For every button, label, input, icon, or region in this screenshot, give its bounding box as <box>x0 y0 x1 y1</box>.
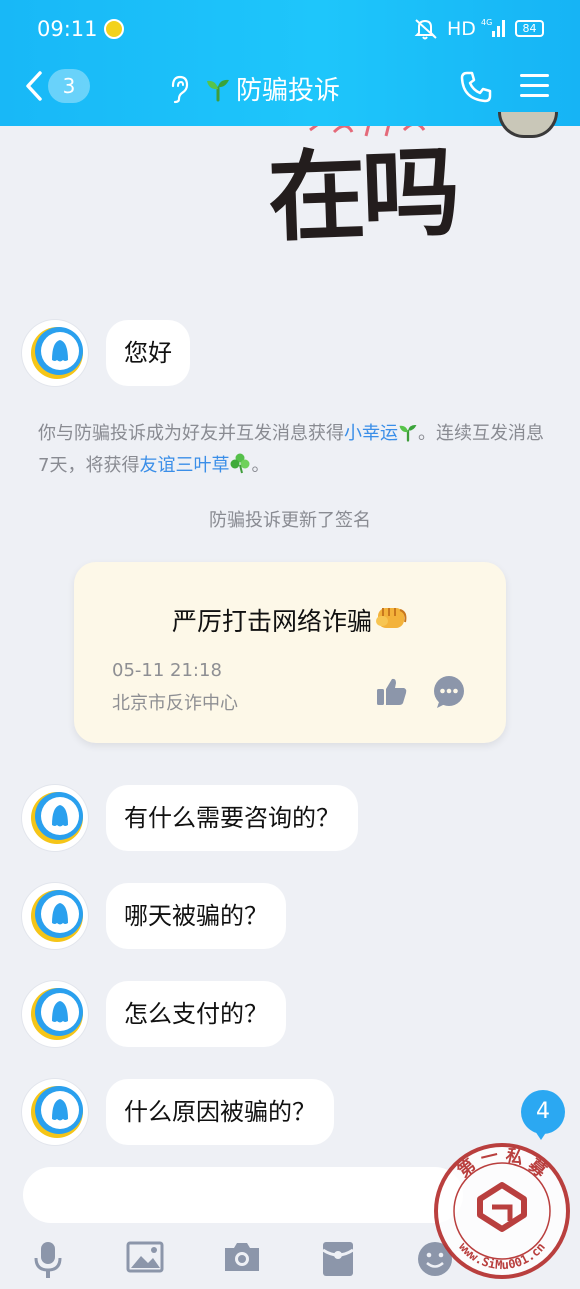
signature-card[interactable]: 严厉打击网络诈骗 05-11 21:18 北京市反诈中心 <box>74 562 506 743</box>
message-input[interactable] <box>23 1167 463 1223</box>
clover-icon <box>229 452 251 483</box>
message-bubble[interactable]: 有什么需要咨询的？ <box>106 785 358 851</box>
clover-link[interactable]: 友谊三叶草 <box>139 455 229 476</box>
camera-icon[interactable] <box>222 1240 262 1278</box>
message-bubble[interactable]: 怎么支付的？ <box>106 981 286 1047</box>
message-bubble[interactable]: 哪天被骗的？ <box>106 883 286 949</box>
signature-text: 严厉打击网络诈骗 <box>171 607 372 636</box>
message-bubble[interactable]: 您好 <box>106 320 190 386</box>
battery-level: 84 <box>515 20 544 37</box>
back-button[interactable]: 3 <box>24 66 94 106</box>
contact-avatar[interactable] <box>22 785 88 851</box>
signature-update-notice: 防骗投诉更新了签名 <box>209 510 371 531</box>
friendship-system-note: 你与防骗投诉成为好友并互发消息获得小幸运 。连续互发消息7天，将获得友谊三叶草。 <box>38 419 548 483</box>
comment-icon[interactable] <box>432 675 466 713</box>
contact-avatar[interactable] <box>22 883 88 949</box>
signal-icon: 4G <box>481 17 507 43</box>
signature-line: 严厉打击网络诈骗 <box>74 602 506 638</box>
sprout-icon <box>398 422 418 451</box>
page-title: 防骗投诉 <box>236 76 341 106</box>
message-bubble[interactable]: 什么原因被骗的？ <box>106 1079 334 1145</box>
sticker-message[interactable]: 在吗 <box>262 126 482 276</box>
contact-avatar[interactable] <box>22 320 88 386</box>
signature-location: 北京市反诈中心 <box>112 693 238 714</box>
thumbs-up-icon[interactable] <box>375 676 409 712</box>
watermark-seal: 第 一 私 募 www.SiMu001.cn <box>432 1141 572 1281</box>
fist-icon <box>374 602 408 638</box>
sticker-text: 在吗 <box>266 134 458 257</box>
contact-avatar[interactable] <box>22 1079 88 1145</box>
ear-icon[interactable] <box>168 74 190 108</box>
red-packet-icon[interactable] <box>321 1240 355 1282</box>
lucky-link[interactable]: 小幸运 <box>344 423 398 444</box>
system-note-text: 你与防骗投诉成为好友并互发消息获得 <box>38 423 344 444</box>
phone-icon[interactable] <box>459 70 493 108</box>
sprout-icon <box>205 76 231 106</box>
signal-label: 4G <box>481 18 492 27</box>
chevron-left-icon <box>24 70 44 106</box>
menu-icon[interactable] <box>518 70 552 106</box>
microphone-icon[interactable] <box>32 1240 64 1284</box>
mute-icon <box>414 18 440 44</box>
status-app-icon <box>104 19 124 39</box>
top-bar: 09:11 HD 4G 84 3 防骗投诉 <box>0 0 580 126</box>
unread-count-badge: 3 <box>48 69 90 103</box>
new-messages-badge-tail <box>533 1128 549 1140</box>
status-time: 09:11 <box>37 17 98 41</box>
network-type: HD <box>447 18 476 40</box>
system-note-text: 。 <box>251 455 270 476</box>
self-avatar-partial[interactable] <box>498 112 558 138</box>
signature-date: 05-11 21:18 <box>112 660 222 681</box>
contact-avatar[interactable] <box>22 981 88 1047</box>
image-icon[interactable] <box>126 1240 164 1278</box>
